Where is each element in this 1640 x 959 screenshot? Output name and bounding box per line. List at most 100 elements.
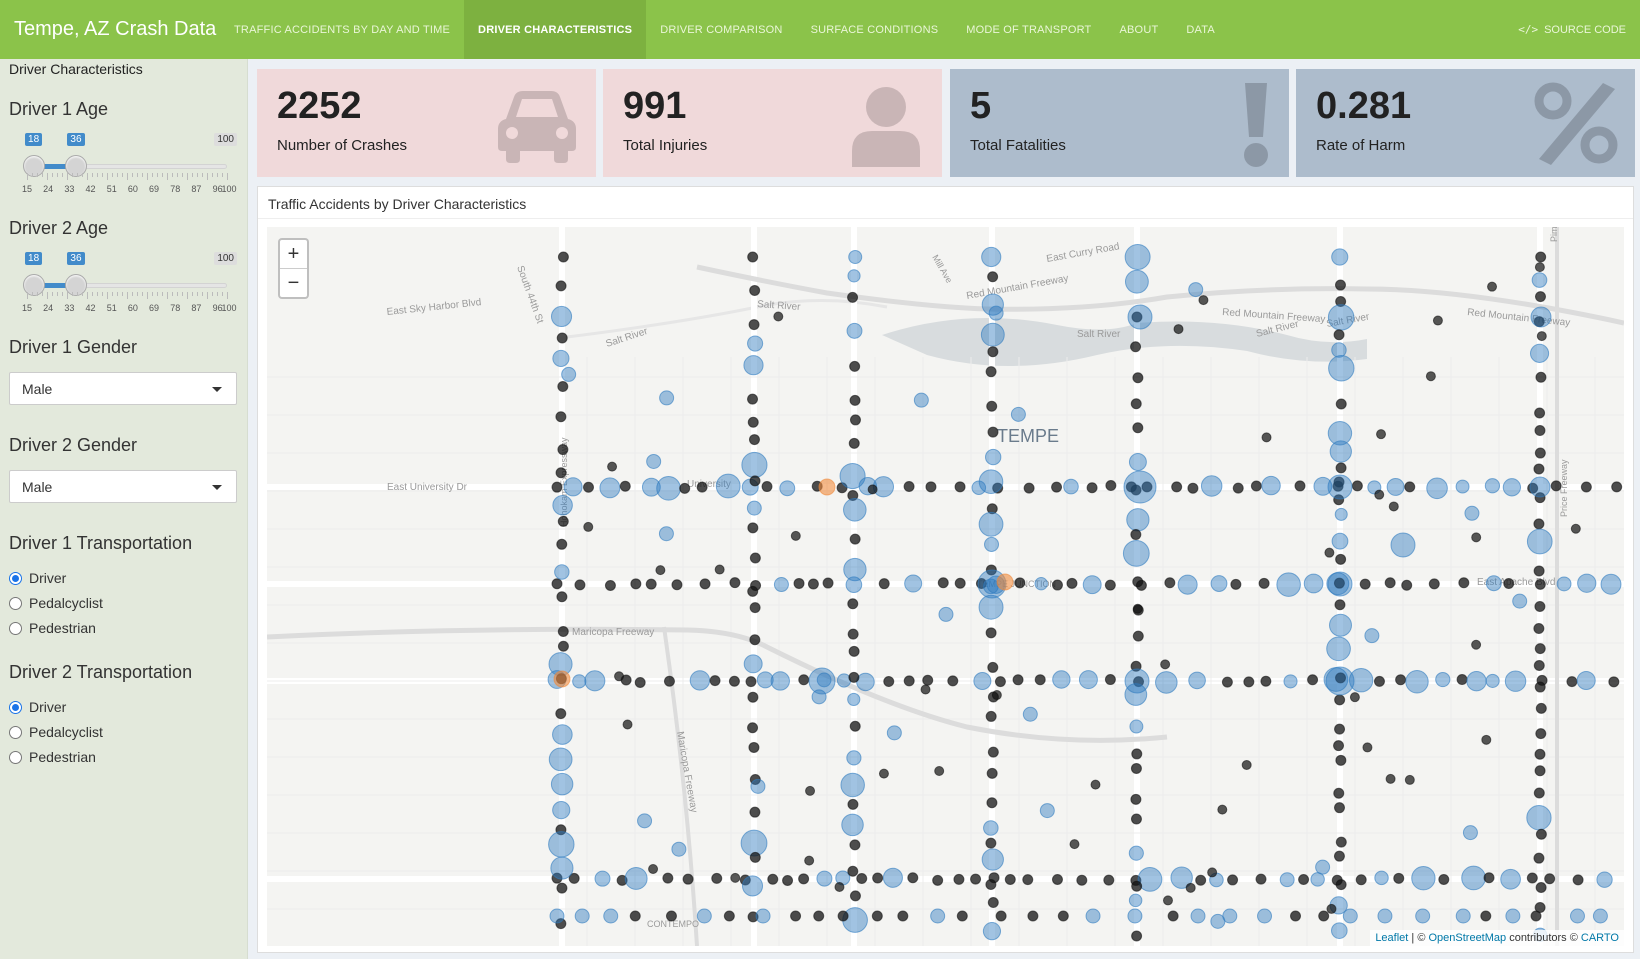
crash-marker	[938, 606, 954, 622]
crash-marker	[1526, 528, 1553, 555]
crash-marker	[1104, 579, 1116, 591]
crash-marker	[1530, 910, 1542, 922]
driver1-transport-pedestrian[interactable]: Pedestrian	[9, 620, 96, 636]
radio-label: Driver	[29, 699, 67, 715]
crash-marker	[1130, 793, 1142, 805]
slider-tick	[102, 292, 103, 296]
tab-driver-comparison[interactable]: DRIVER COMPARISON	[646, 0, 796, 59]
radio-circle[interactable]	[9, 700, 22, 714]
crash-marker	[920, 684, 931, 695]
map-label: Salt River	[1077, 329, 1121, 340]
crash-marker	[584, 670, 606, 692]
radio-circle[interactable]	[9, 571, 22, 585]
carto-link[interactable]: CARTO	[1581, 932, 1619, 944]
slider-from-badge: 18	[25, 252, 43, 265]
crash-marker	[552, 349, 570, 367]
driver1-transport-label: Driver 1 Transportation	[9, 533, 193, 553]
crash-marker	[1534, 291, 1546, 303]
slider-max-badge: 100	[214, 252, 237, 265]
crash-marker	[551, 578, 563, 590]
code-icon: </>	[1518, 23, 1539, 36]
slider-tick-label: 51	[106, 303, 117, 313]
crash-marker	[1210, 575, 1228, 592]
slider-tick	[162, 292, 163, 296]
crash-marker	[658, 526, 674, 542]
driver1-age-slider[interactable]: 18 36 100 15 24 33 42 51 60 69 78 87 96 100	[9, 133, 237, 203]
driver2-age-slider[interactable]: 18 36 100 15 24 33 42 51 60 69 78 87 96 100	[9, 252, 237, 322]
crash-marker	[1132, 630, 1144, 642]
slider-tick	[212, 173, 213, 177]
slider-tick	[182, 173, 183, 177]
crash-marker	[847, 692, 861, 707]
slider-tick	[147, 173, 148, 180]
tab-driver-characteristics[interactable]: DRIVER CHARACTERISTICS	[464, 0, 647, 59]
harm-value-box: 0.281 Rate of Harm	[1296, 69, 1635, 177]
driver1-transport-pedalcyclist[interactable]: Pedalcyclist	[9, 595, 103, 611]
slider-tick	[87, 292, 88, 299]
crash-marker	[548, 831, 575, 858]
crash-marker	[1085, 908, 1101, 924]
crash-marker	[689, 670, 711, 691]
slider-ticks	[27, 292, 228, 299]
leaflet-link[interactable]: Leaflet	[1375, 932, 1408, 944]
driver1-gender-select[interactable]: Male	[9, 372, 237, 405]
source-code-link[interactable]: </> SOURCE CODE	[1518, 0, 1626, 59]
radio-circle[interactable]	[9, 621, 22, 635]
crash-marker	[987, 897, 999, 909]
crash-marker	[1076, 874, 1088, 886]
crash-marker	[1334, 694, 1346, 706]
crash-marker	[747, 335, 764, 352]
map-label: Maricopa Freeway	[572, 627, 654, 638]
zoom-out-button[interactable]: −	[280, 269, 307, 298]
slider-tick	[197, 173, 198, 177]
driver2-gender-select[interactable]: Male	[9, 470, 237, 503]
crash-marker	[1526, 805, 1552, 831]
crash-marker	[599, 477, 621, 499]
driver2-gender-label: Driver 2 Gender	[9, 435, 138, 455]
driver2-transport-pedalcyclist[interactable]: Pedalcyclist	[9, 724, 103, 740]
crash-marker	[1255, 873, 1267, 885]
crash-marker	[574, 579, 586, 591]
tab-about[interactable]: ABOUT	[1105, 0, 1172, 59]
crash-marker	[699, 578, 711, 590]
radio-circle[interactable]	[9, 725, 22, 739]
app-title[interactable]: Tempe, AZ Crash Data	[0, 18, 220, 41]
radio-circle[interactable]	[9, 596, 22, 610]
crash-marker	[846, 322, 863, 339]
crash-marker	[841, 813, 864, 837]
slider-tick	[167, 292, 168, 299]
radio-label: Pedalcyclist	[29, 595, 103, 611]
crash-marker	[1227, 874, 1239, 886]
crash-marker	[1335, 553, 1347, 565]
slider-tick	[117, 173, 118, 177]
driver2-transport-pedestrian[interactable]: Pedestrian	[9, 749, 96, 765]
crash-marker	[1335, 462, 1347, 474]
crash-marker	[1435, 671, 1451, 688]
crash-marker	[619, 480, 631, 492]
driver1-transport-driver[interactable]: Driver	[9, 570, 66, 586]
map-canvas[interactable]: Red Mountain FreewayRed Mountain Freeway…	[267, 227, 1624, 946]
zoom-in-button[interactable]: +	[280, 240, 307, 269]
crash-marker	[1243, 676, 1255, 688]
crash-marker	[1534, 681, 1546, 693]
tab-mode-of-transport[interactable]: MODE OF TRANSPORT	[952, 0, 1105, 59]
crash-marker	[557, 515, 569, 527]
crash-marker	[1333, 329, 1345, 341]
osm-link[interactable]: OpenStreetMap	[1428, 932, 1506, 944]
tab-traffic-by-day-time[interactable]: TRAFFIC ACCIDENTS BY DAY AND TIME	[220, 0, 464, 59]
crash-marker	[1127, 304, 1153, 330]
crash-marker	[856, 873, 868, 885]
slider-tick	[227, 173, 228, 180]
crash-marker	[1464, 505, 1480, 521]
slider-tick-label: 78	[170, 303, 181, 313]
crash-marker	[624, 866, 648, 890]
crash-marker	[1066, 577, 1078, 589]
crash-marker	[556, 332, 568, 344]
crash-map[interactable]: Red Mountain Freeway Red Mountain Freeway…	[267, 227, 1624, 946]
tab-surface-conditions[interactable]: SURFACE CONDITIONS	[797, 0, 953, 59]
crash-marker	[932, 874, 944, 886]
driver2-transport-driver[interactable]: Driver	[9, 699, 66, 715]
crash-marker	[607, 461, 618, 472]
radio-circle[interactable]	[9, 750, 22, 764]
tab-data[interactable]: DATA	[1172, 0, 1229, 59]
